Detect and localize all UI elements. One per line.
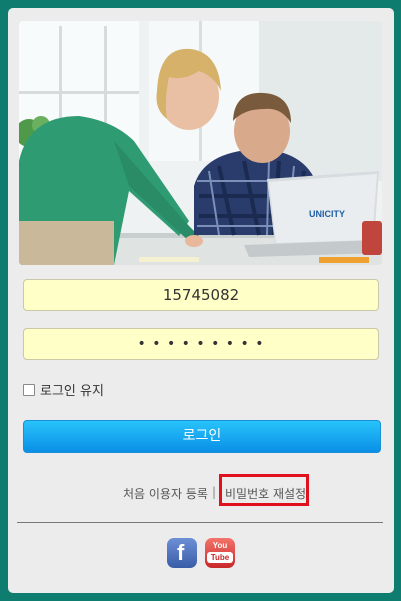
password-mask: • • • • • • • • • bbox=[137, 336, 265, 352]
divider bbox=[17, 522, 383, 523]
username-input[interactable]: 15745082 bbox=[23, 279, 379, 311]
register-link[interactable]: 처음 이용자 등록 bbox=[123, 485, 208, 502]
reset-password-highlight bbox=[219, 474, 309, 506]
remember-login[interactable]: 로그인 유지 bbox=[23, 380, 104, 399]
hero-photo: UNICITY bbox=[19, 21, 382, 265]
login-card: UNICITY 15745082 • • • • • • • • • 로그인 유… bbox=[8, 8, 394, 593]
link-separator: | bbox=[212, 485, 217, 499]
youtube-bottom-text: Tube bbox=[207, 552, 233, 563]
remember-label: 로그인 유지 bbox=[40, 384, 104, 399]
youtube-icon[interactable]: You Tube bbox=[205, 538, 235, 568]
facebook-icon[interactable]: f bbox=[167, 538, 197, 568]
facebook-glyph: f bbox=[177, 540, 185, 565]
laptop-brand-text: UNICITY bbox=[309, 209, 345, 219]
youtube-top-text: You bbox=[212, 541, 228, 550]
password-input[interactable]: • • • • • • • • • bbox=[23, 328, 379, 360]
login-button[interactable]: 로그인 bbox=[23, 420, 381, 453]
remember-checkbox[interactable] bbox=[23, 383, 35, 396]
office-scene-illustration: UNICITY bbox=[19, 21, 382, 265]
username-value: 15745082 bbox=[162, 286, 240, 304]
